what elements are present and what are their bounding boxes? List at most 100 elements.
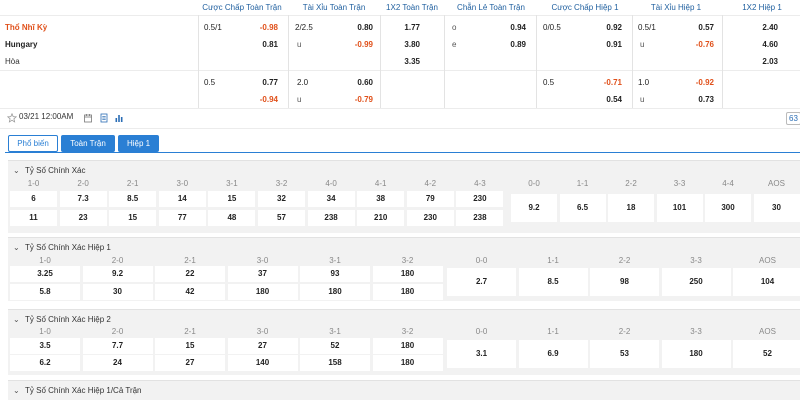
odds-cell[interactable]: 48: [208, 210, 256, 226]
odds-cell[interactable]: 3.1: [447, 340, 516, 368]
odds-cell[interactable]: 180: [372, 355, 443, 371]
odds-cell[interactable]: 6.9: [518, 340, 588, 368]
odds-cell[interactable]: 77: [158, 210, 206, 226]
odds-cell[interactable]: 42: [155, 284, 225, 300]
odds-cell[interactable]: 24: [82, 355, 153, 371]
odds-cell[interactable]: 52: [300, 338, 370, 354]
tab-popular[interactable]: Phổ biến: [8, 135, 58, 152]
odds-cell[interactable]: -0.71: [584, 75, 622, 90]
odds-cell[interactable]: 14: [158, 191, 206, 207]
document-icon[interactable]: [99, 113, 109, 123]
odds-cell[interactable]: 0.89: [490, 37, 526, 52]
odds-cell[interactable]: -0.99: [335, 37, 373, 52]
odds-cell[interactable]: 5.8: [10, 284, 80, 300]
odds-cell[interactable]: 8.5: [518, 268, 588, 296]
odds-cell[interactable]: 6: [10, 191, 57, 207]
odds-cell[interactable]: 98: [590, 268, 659, 296]
odds-cell[interactable]: 101: [656, 194, 703, 222]
odds-cell[interactable]: 180: [372, 266, 443, 282]
odds-cell[interactable]: -0.94: [240, 92, 278, 107]
odds-cell[interactable]: 3.25: [10, 266, 80, 282]
tab-full-match[interactable]: Toàn Trận: [61, 135, 115, 152]
divider: [536, 15, 537, 108]
odds-cell[interactable]: 9.2: [82, 266, 153, 282]
odds-cell[interactable]: 3.80: [390, 37, 420, 52]
odds-cell[interactable]: 2.03: [750, 54, 778, 69]
odds-cell[interactable]: 300: [705, 194, 751, 222]
section-header[interactable]: ⌄ Tỷ Số Chính Xác Hiệp 1/Cả Trận: [13, 386, 142, 395]
odds-cell[interactable]: 180: [227, 284, 298, 300]
odds-cell[interactable]: 22: [155, 266, 225, 282]
odds-cell[interactable]: 210: [357, 210, 405, 226]
odds-cell[interactable]: -0.79: [335, 92, 373, 107]
odds-cell[interactable]: 27: [155, 355, 225, 371]
odds-cell[interactable]: 7.7: [82, 338, 153, 354]
odds-cell[interactable]: 250: [661, 268, 731, 296]
odds-cell[interactable]: 230: [456, 191, 504, 207]
odds-cell[interactable]: 18: [608, 194, 654, 222]
odds-cell[interactable]: 32: [258, 191, 305, 207]
odds-cell[interactable]: 180: [372, 284, 443, 300]
odds-cell[interactable]: 52: [733, 340, 800, 368]
odds-cell[interactable]: -0.98: [240, 20, 278, 35]
odds-cell[interactable]: 6.5: [559, 194, 606, 222]
odds-cell[interactable]: 1.77: [390, 20, 420, 35]
market-count-badge[interactable]: 63: [786, 112, 800, 125]
odds-cell[interactable]: 104: [733, 268, 800, 296]
odds-cell[interactable]: 11: [10, 210, 57, 226]
odds-cell[interactable]: 6.2: [10, 355, 80, 371]
odds-cell[interactable]: 180: [300, 284, 370, 300]
odds-cell[interactable]: 9.2: [511, 194, 557, 222]
section-header[interactable]: ⌄ Tỷ Số Chính Xác Hiệp 2: [13, 315, 111, 324]
odds-cell[interactable]: 0.80: [335, 20, 373, 35]
odds-cell[interactable]: 38: [357, 191, 405, 207]
odds-cell[interactable]: 0.60: [335, 75, 373, 90]
odds-cell[interactable]: 8.5: [109, 191, 157, 207]
odds-cell[interactable]: 180: [372, 338, 443, 354]
odds-cell[interactable]: -0.92: [676, 75, 714, 90]
odds-cell[interactable]: 79: [406, 191, 454, 207]
odds-cell[interactable]: 238: [456, 210, 504, 226]
away-team-name[interactable]: Hungary: [5, 37, 37, 52]
section-header[interactable]: ⌄ Tỷ Số Chính Xác: [13, 166, 85, 175]
odds-cell[interactable]: 15: [208, 191, 256, 207]
odds-cell[interactable]: 158: [300, 355, 370, 371]
odds-cell[interactable]: 15: [155, 338, 225, 354]
divider: [198, 15, 199, 108]
odds-cell[interactable]: 57: [258, 210, 305, 226]
odds-cell[interactable]: 7.3: [59, 191, 107, 207]
odds-cell[interactable]: 27: [227, 338, 298, 354]
odds-cell[interactable]: 3.5: [10, 338, 80, 354]
odds-cell[interactable]: 0.57: [676, 20, 714, 35]
odds-cell[interactable]: 0.54: [584, 92, 622, 107]
odds-cell[interactable]: 3.35: [390, 54, 420, 69]
odds-cell[interactable]: 2.40: [750, 20, 778, 35]
odds-cell[interactable]: 238: [307, 210, 355, 226]
odds-cell[interactable]: 140: [227, 355, 298, 371]
odds-cell[interactable]: 0.73: [676, 92, 714, 107]
odds-cell[interactable]: 0.91: [584, 37, 622, 52]
home-team-name[interactable]: Thổ Nhĩ Kỳ: [5, 20, 47, 35]
odds-cell[interactable]: 0.81: [240, 37, 278, 52]
odds-cell[interactable]: 53: [590, 340, 659, 368]
odds-cell[interactable]: 0.94: [490, 20, 526, 35]
section-header[interactable]: ⌄ Tỷ Số Chính Xác Hiệp 1: [13, 243, 111, 252]
odds-cell[interactable]: 34: [307, 191, 355, 207]
calendar-icon[interactable]: [83, 113, 93, 123]
odds-cell[interactable]: 23: [59, 210, 107, 226]
odds-cell[interactable]: 15: [109, 210, 157, 226]
odds-cell[interactable]: 4.60: [750, 37, 778, 52]
odds-cell[interactable]: 30: [82, 284, 153, 300]
tab-first-half[interactable]: Hiệp 1: [118, 135, 159, 152]
odds-cell[interactable]: 0.92: [584, 20, 622, 35]
odds-cell[interactable]: 30: [753, 194, 800, 222]
odds-cell[interactable]: 93: [300, 266, 370, 282]
odds-cell[interactable]: 2.7: [447, 268, 516, 296]
odds-cell[interactable]: 37: [227, 266, 298, 282]
stats-chart-icon[interactable]: [114, 113, 124, 123]
star-icon[interactable]: [7, 113, 17, 123]
odds-cell[interactable]: 230: [406, 210, 454, 226]
odds-cell[interactable]: 180: [661, 340, 731, 368]
odds-cell[interactable]: 0.77: [240, 75, 278, 90]
odds-cell[interactable]: -0.76: [676, 37, 714, 52]
